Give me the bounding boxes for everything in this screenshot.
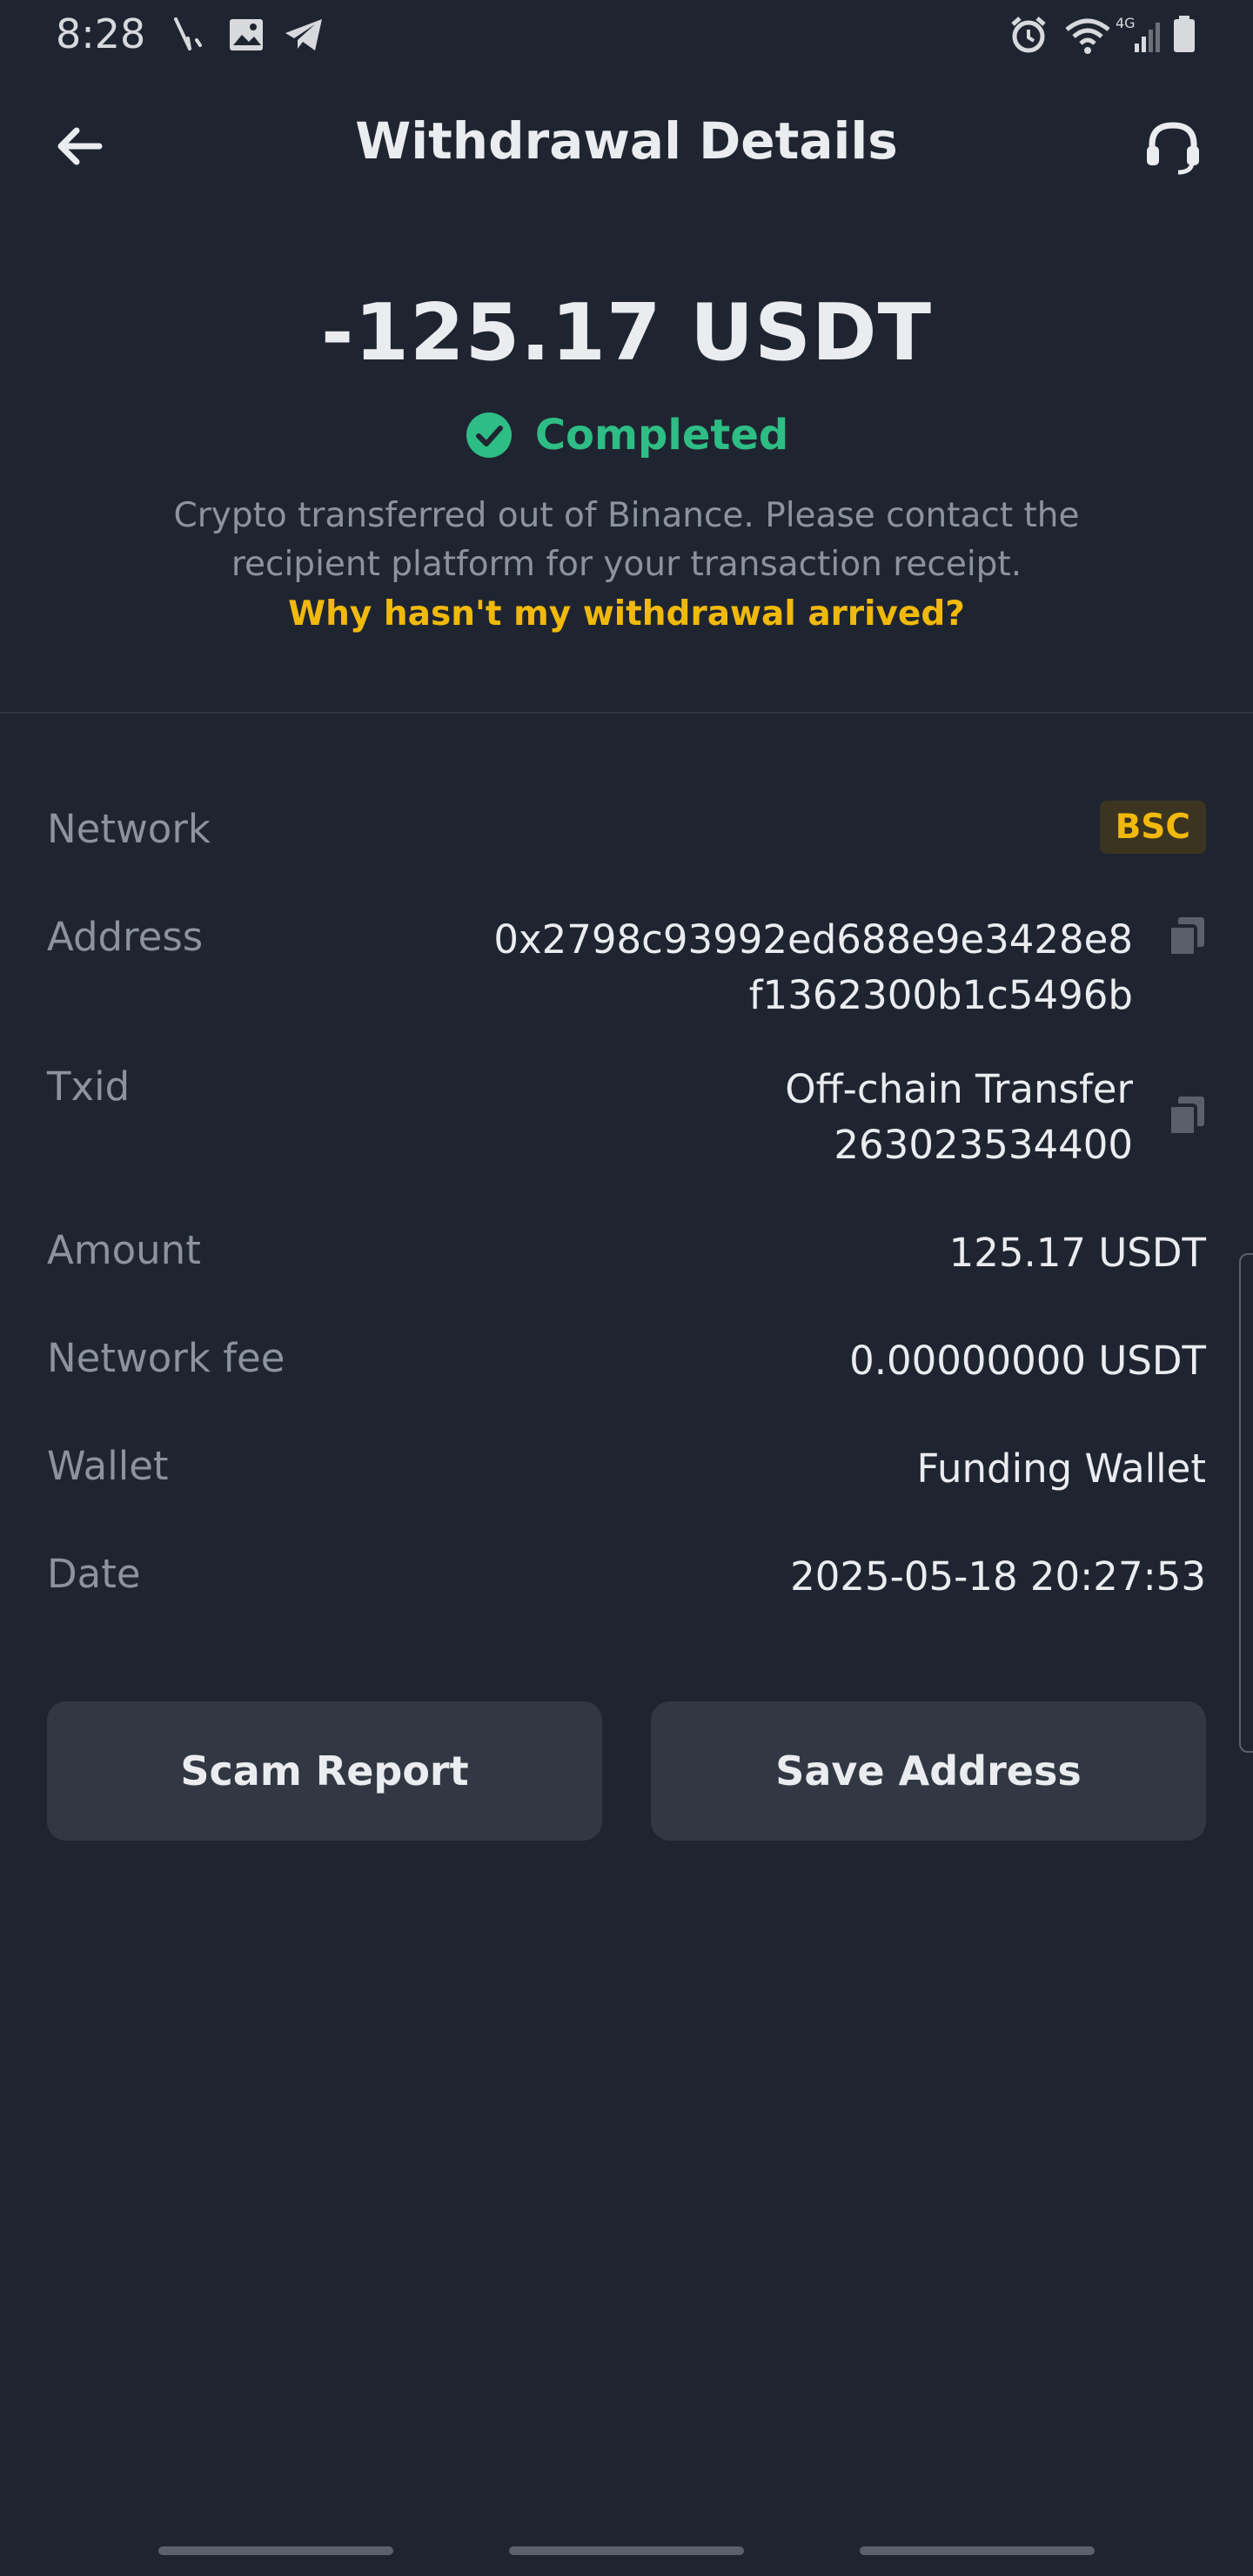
status-bar: 8:28 4G: [0, 0, 1253, 73]
missed-call-icon: [174, 17, 202, 50]
amount-value: 125.17 USDT: [948, 1230, 1206, 1276]
status-text: Completed: [534, 411, 789, 460]
headset-icon[interactable]: [1138, 111, 1208, 181]
wallet-label: Wallet: [47, 1443, 169, 1489]
address-label: Address: [47, 914, 204, 960]
nav-recent-handle[interactable]: [158, 2546, 393, 2555]
address-line-2: f1362300b1c5496b: [748, 972, 1133, 1018]
copy-address-icon[interactable]: [1166, 914, 1208, 959]
battery-icon: [1174, 16, 1195, 52]
network-fee-value: 0.00000000 USDT: [849, 1338, 1206, 1384]
wallet-value: Funding Wallet: [916, 1446, 1206, 1492]
network-label: Network: [47, 806, 211, 852]
status-time: 8:28: [56, 10, 146, 57]
scrollbar[interactable]: [1239, 1253, 1253, 1753]
nav-back-handle[interactable]: [860, 2546, 1095, 2555]
copy-txid-icon[interactable]: [1166, 1093, 1208, 1138]
status-row: Completed: [0, 411, 1253, 460]
txid-label: Txid: [47, 1063, 131, 1110]
txid-line-2: 263023534400: [834, 1122, 1133, 1168]
check-circle-icon: [466, 413, 512, 458]
address-line-1: 0x2798c93992ed688e9e3428e8: [493, 916, 1133, 963]
telegram-icon: [285, 19, 322, 50]
network-fee-label: Network fee: [47, 1335, 285, 1381]
page-title: Withdrawal Details: [355, 111, 898, 171]
txid-value: Off-chain Transfer 263023534400: [785, 1062, 1133, 1173]
status-description: Crypto transferred out of Binance. Pleas…: [173, 496, 1080, 584]
svg-text:4G: 4G: [1116, 15, 1136, 31]
amount-label: Amount: [47, 1227, 201, 1273]
divider: [0, 712, 1253, 714]
scam-report-button[interactable]: Scam Report: [47, 1701, 602, 1841]
header: Withdrawal Details: [0, 96, 1253, 191]
save-address-button[interactable]: Save Address: [651, 1701, 1206, 1841]
help-link[interactable]: Why hasn't my withdrawal arrived?: [0, 594, 1253, 634]
address-value: 0x2798c93992ed688e9e3428e8 f1362300b1c54…: [493, 912, 1133, 1023]
txid-line-1: Off-chain Transfer: [785, 1066, 1133, 1112]
network-badge: BSC: [1099, 801, 1206, 854]
wifi-icon: [1065, 18, 1110, 54]
alarm-icon: [1011, 17, 1046, 53]
nav-home-handle[interactable]: [509, 2546, 744, 2555]
date-label: Date: [47, 1551, 141, 1597]
withdrawal-amount: -125.17 USDT: [321, 287, 932, 379]
date-value: 2025-05-18 20:27:53: [790, 1553, 1206, 1600]
signal-4g-icon: 4G: [1116, 15, 1160, 52]
gallery-icon: [230, 19, 263, 50]
